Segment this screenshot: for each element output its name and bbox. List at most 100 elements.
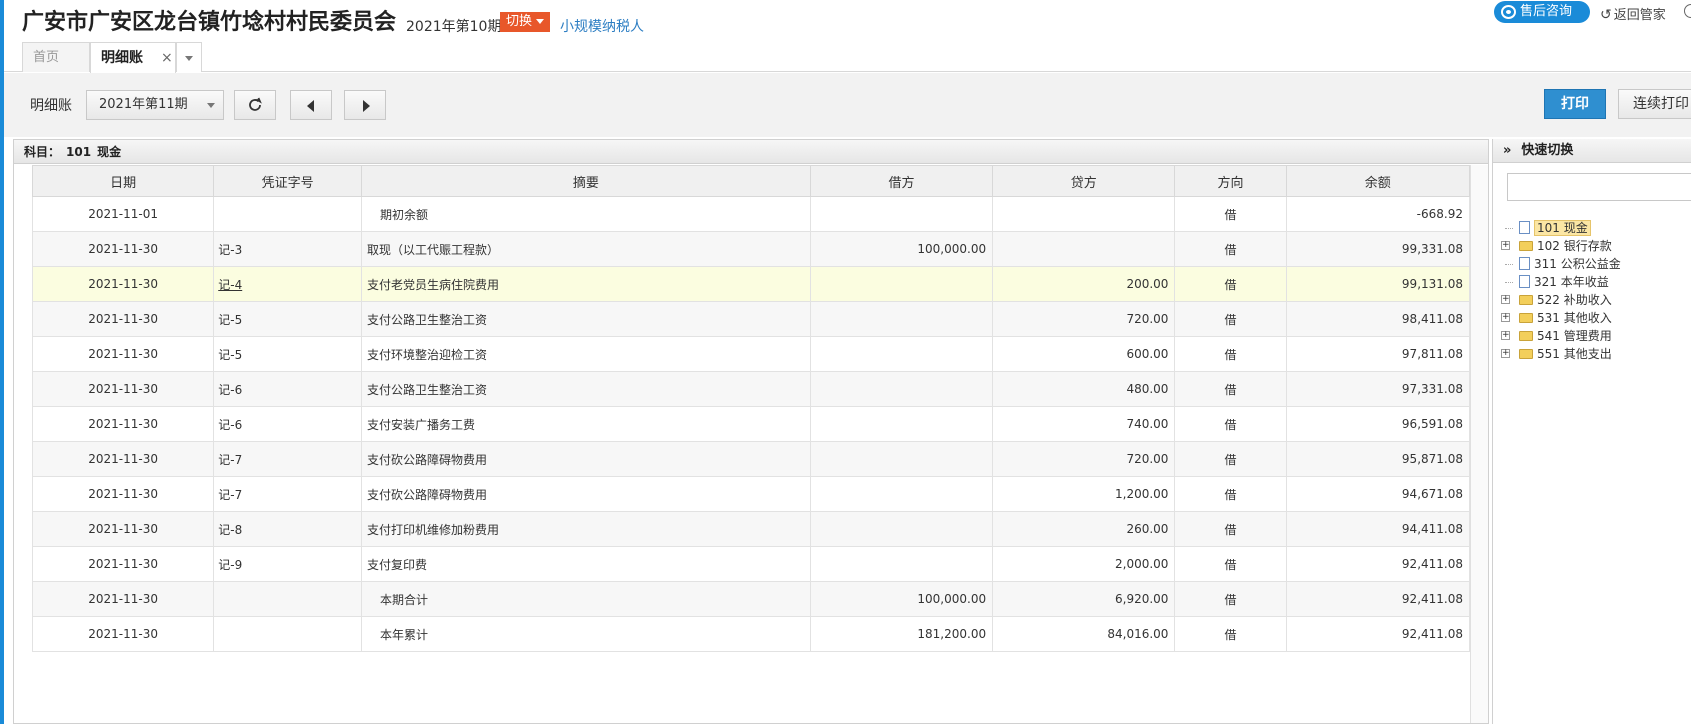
expand-icon[interactable]: + xyxy=(1501,313,1510,322)
column-header-date[interactable]: 日期 xyxy=(31,165,215,197)
cell-summary: 支付砍公路障碍物费用 xyxy=(361,441,811,477)
tree-item-code: 551 xyxy=(1537,347,1560,361)
cell-date: 2021-11-30 xyxy=(31,581,215,617)
return-icon: ↺ xyxy=(1600,7,1612,23)
tree-item-label: 531 其他收入 xyxy=(1537,311,1612,325)
cell-debit xyxy=(809,301,994,337)
cell-direction: 借 xyxy=(1174,616,1287,652)
subject-prefix: 科目： xyxy=(24,145,61,159)
caret-down-icon xyxy=(536,19,545,24)
quick-search-input[interactable] xyxy=(1507,173,1691,201)
tab-home[interactable]: 首页 xyxy=(22,42,90,72)
triangle-right-icon xyxy=(363,100,370,112)
table-row[interactable]: 2021-11-30 记-5 支付环境整治迎检工资 600.00 借 97,811.08 xyxy=(31,336,1471,372)
tree-item-code: 531 xyxy=(1537,311,1560,325)
refresh-button[interactable] xyxy=(234,90,276,120)
continuous-print-button[interactable]: 连续打印 xyxy=(1618,89,1691,119)
cell-direction: 借 xyxy=(1174,406,1287,442)
table-row[interactable]: 2021-11-30 记-6 支付公路卫生整治工资 480.00 借 97,331.08 xyxy=(31,371,1471,407)
table-row[interactable]: 2021-11-30 本期合计 100,000.00 6,920.00 借 92,411.… xyxy=(31,581,1471,617)
expand-icon[interactable]: + xyxy=(1501,295,1510,304)
print-button[interactable]: 打印 xyxy=(1544,89,1606,119)
cell-voucher xyxy=(213,616,363,652)
column-header-direction[interactable]: 方向 xyxy=(1174,165,1287,197)
period-select[interactable]: 2021年第11期 xyxy=(86,90,224,120)
cell-direction: 借 xyxy=(1174,231,1287,267)
cell-debit xyxy=(809,336,994,372)
service-consult-button[interactable]: 售后咨询 xyxy=(1494,1,1590,23)
column-header-voucher[interactable]: 凭证字号 xyxy=(213,165,363,197)
table-row[interactable]: 2021-11-30 记-5 支付公路卫生整治工资 720.00 借 98,411.08 xyxy=(31,301,1471,337)
switch-period-button[interactable]: 切换 xyxy=(500,12,551,32)
tree-item-code: 101 xyxy=(1537,221,1560,235)
cell-voucher: 记-7 xyxy=(213,476,363,512)
folder-icon xyxy=(1519,241,1533,251)
tree-item-label: 321 本年收益 xyxy=(1534,275,1609,289)
tree-item-code: 311 xyxy=(1534,257,1557,271)
tree-item-551[interactable]: +551 其他支出 xyxy=(1501,345,1621,363)
triangle-left-icon xyxy=(307,100,314,112)
column-header-balance[interactable]: 余额 xyxy=(1285,165,1471,197)
cell-summary: 支付环境整治迎检工资 xyxy=(361,336,811,372)
file-icon xyxy=(1519,275,1530,288)
cell-balance: 97,811.08 xyxy=(1285,336,1471,372)
cell-summary: 支付打印机维修加粉费用 xyxy=(361,511,811,547)
tree-item-311[interactable]: 311 公积公益金 xyxy=(1501,255,1621,273)
table-row[interactable]: 2021-11-30 记-7 支付砍公路障碍物费用 720.00 借 95,871.08 xyxy=(31,441,1471,477)
table-row[interactable]: 2021-11-01 期初余额 借 -668.92 xyxy=(31,196,1471,232)
tree-item-102[interactable]: +102 银行存款 xyxy=(1501,237,1621,255)
expand-icon[interactable]: + xyxy=(1501,349,1510,358)
cell-direction: 借 xyxy=(1174,476,1287,512)
cell-credit: 480.00 xyxy=(992,371,1176,407)
tree-item-321[interactable]: 321 本年收益 xyxy=(1501,273,1621,291)
cell-date: 2021-11-30 xyxy=(31,441,215,477)
chevron-down-icon xyxy=(207,103,215,108)
cell-direction: 借 xyxy=(1174,371,1287,407)
vertical-scrollbar[interactable] xyxy=(1470,165,1488,723)
tree-item-name: 补助收入 xyxy=(1563,293,1612,307)
help-icon[interactable] xyxy=(1684,4,1691,18)
cell-credit: 720.00 xyxy=(992,301,1176,337)
folder-icon xyxy=(1519,313,1533,323)
cell-summary: 支付公路卫生整治工资 xyxy=(361,301,811,337)
next-period-button[interactable] xyxy=(344,90,386,120)
taxpayer-type-link[interactable]: 小规模纳税人 xyxy=(560,16,644,36)
cell-debit xyxy=(809,196,994,232)
table-row[interactable]: 2021-11-30 记-8 支付打印机维修加粉费用 260.00 借 94,411.08 xyxy=(31,511,1471,547)
tree-item-541[interactable]: +541 管理费用 xyxy=(1501,327,1621,345)
return-manager-button[interactable]: ↺ 返回管家 xyxy=(1600,4,1666,23)
refresh-icon xyxy=(249,97,262,111)
column-header-summary[interactable]: 摘要 xyxy=(361,165,811,197)
tree-item-code: 102 xyxy=(1537,239,1560,253)
table-row[interactable]: 2021-11-30 记-3 取现（以工代赈工程款） 100,000.00 借 99,33… xyxy=(31,231,1471,267)
previous-period-button[interactable] xyxy=(290,90,332,120)
table-row[interactable]: 2021-11-30 记-9 支付复印费 2,000.00 借 92,411.08 xyxy=(31,546,1471,582)
ledger-body: 2021-11-01 期初余额借 -668.92 2021-11-30 记-3 取现（以工… xyxy=(31,196,1471,652)
collapse-panel-icon[interactable]: » xyxy=(1503,143,1511,158)
tree-item-101[interactable]: 101 现金 xyxy=(1501,219,1621,237)
voucher-link[interactable]: 记-4 xyxy=(218,278,242,292)
cell-balance: 95,871.08 xyxy=(1285,441,1471,477)
tree-item-522[interactable]: +522 补助收入 xyxy=(1501,291,1621,309)
table-row[interactable]: 2021-11-30 本年累计 181,200.00 84,016.00 借 92,411… xyxy=(31,616,1471,652)
column-header-debit[interactable]: 借方 xyxy=(809,165,994,197)
cell-credit: 720.00 xyxy=(992,441,1176,477)
expand-icon[interactable]: + xyxy=(1501,241,1510,250)
cell-date: 2021-11-01 xyxy=(31,196,215,232)
table-row[interactable]: 2021-11-30 记-7 支付砍公路障碍物费用 1,200.00 借 94,671.0… xyxy=(31,476,1471,512)
tree-item-531[interactable]: +531 其他收入 xyxy=(1501,309,1621,327)
column-header-credit[interactable]: 贷方 xyxy=(992,165,1176,197)
tab-more-button[interactable] xyxy=(176,42,202,72)
cell-balance: 94,671.08 xyxy=(1285,476,1471,512)
table-row[interactable]: 2021-11-30 记-4 支付老党员生病住院费用 200.00 借 99,131.08 xyxy=(31,266,1471,302)
cell-credit: 200.00 xyxy=(992,266,1176,302)
table-row[interactable]: 2021-11-30 记-6 支付安装广播务工费 740.00 借 96,591.08 xyxy=(31,406,1471,442)
tree-item-name: 公积公益金 xyxy=(1560,257,1621,271)
close-icon[interactable]: × xyxy=(161,43,173,73)
cell-credit: 600.00 xyxy=(992,336,1176,372)
cell-debit xyxy=(809,371,994,407)
tab-detail-ledger[interactable]: 明细账 × xyxy=(90,42,176,73)
chevron-down-icon xyxy=(185,56,193,61)
cell-voucher: 记-8 xyxy=(213,511,363,547)
expand-icon[interactable]: + xyxy=(1501,331,1510,340)
